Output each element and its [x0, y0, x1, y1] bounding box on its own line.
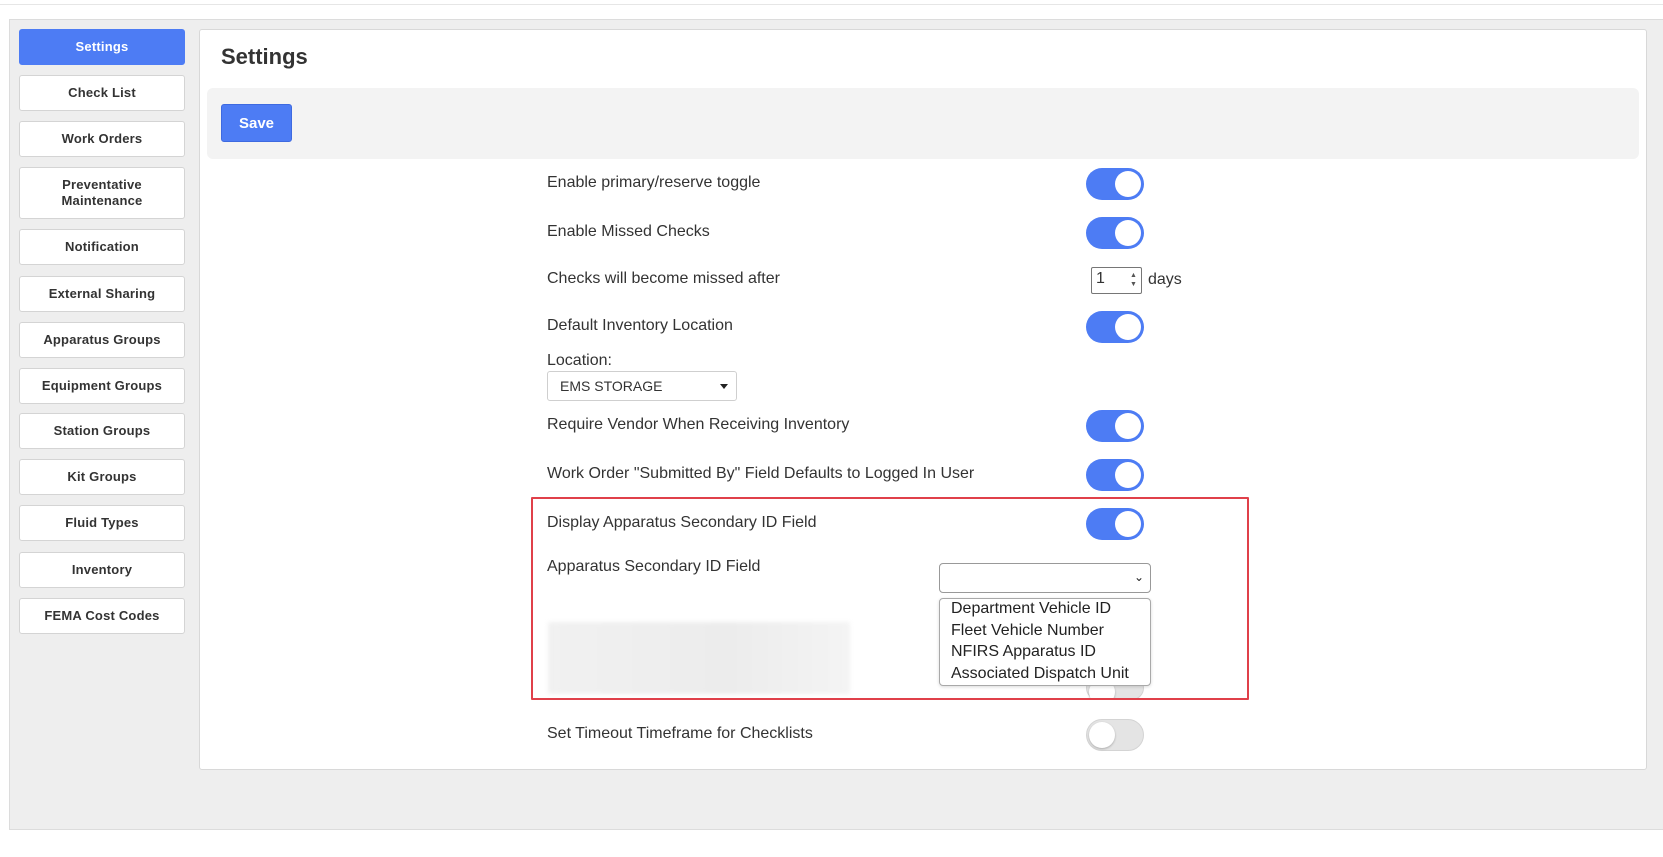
primary-reserve-toggle[interactable] — [1086, 168, 1144, 200]
secondary-id-field-label: Apparatus Secondary ID Field — [547, 558, 761, 575]
toolbar — [207, 88, 1639, 159]
dropdown-option-fleet-vehicle-number[interactable]: Fleet Vehicle Number — [951, 622, 1104, 640]
redacted-setting-label — [548, 622, 850, 694]
sidebar-item-settings[interactable]: Settings — [19, 29, 185, 65]
require-vendor-toggle[interactable] — [1086, 410, 1144, 442]
dropdown-option-nfirs-apparatus-id[interactable]: NFIRS Apparatus ID — [951, 643, 1096, 661]
chevron-down-icon: ⌄ — [1133, 570, 1144, 584]
missed-after-days-input[interactable]: 1 ▲ ▼ — [1091, 267, 1142, 294]
dropdown-option-associated-dispatch-unit[interactable]: Associated Dispatch Unit — [951, 665, 1129, 683]
missed-after-label: Checks will become missed after — [547, 270, 780, 287]
sidebar-item-apparatus-groups[interactable]: Apparatus Groups — [19, 322, 185, 358]
secondary-id-dropdown-list: Department Vehicle ID Fleet Vehicle Numb… — [939, 598, 1151, 686]
location-label: Location: — [547, 352, 612, 369]
spinner-arrows-icon[interactable]: ▲ ▼ — [1130, 271, 1138, 289]
sidebar-item-preventative-maintenance[interactable]: Preventative Maintenance — [19, 167, 185, 219]
sidebar-item-external-sharing[interactable]: External Sharing — [19, 276, 185, 312]
missed-checks-label: Enable Missed Checks — [547, 223, 710, 240]
require-vendor-label: Require Vendor When Receiving Inventory — [547, 416, 850, 433]
page-title: Settings — [221, 44, 308, 69]
submitted-by-label: Work Order "Submitted By" Field Defaults… — [547, 465, 975, 482]
sidebar-item-equipment-groups[interactable]: Equipment Groups — [19, 368, 185, 404]
dropdown-option-department-vehicle-id[interactable]: Department Vehicle ID — [951, 600, 1111, 618]
caret-down-icon — [720, 384, 728, 389]
sidebar-item-fluid-types[interactable]: Fluid Types — [19, 505, 185, 541]
sidebar-item-work-orders[interactable]: Work Orders — [19, 121, 185, 157]
sidebar-item-notification[interactable]: Notification — [19, 229, 185, 265]
top-divider — [0, 4, 1663, 5]
days-unit-label: days — [1148, 271, 1182, 288]
sidebar-item-fema-cost-codes[interactable]: FEMA Cost Codes — [19, 598, 185, 634]
submitted-by-toggle[interactable] — [1086, 459, 1144, 491]
sidebar-item-check-list[interactable]: Check List — [19, 75, 185, 111]
sidebar-item-kit-groups[interactable]: Kit Groups — [19, 459, 185, 495]
location-select[interactable]: EMS STORAGE — [547, 371, 737, 401]
sidebar-item-inventory[interactable]: Inventory — [19, 552, 185, 588]
secondary-id-field-select[interactable]: ⌄ — [939, 563, 1151, 593]
primary-reserve-label: Enable primary/reserve toggle — [547, 174, 761, 191]
sidebar-item-station-groups[interactable]: Station Groups — [19, 413, 185, 449]
save-button[interactable]: Save — [221, 104, 292, 142]
timeout-toggle[interactable] — [1086, 719, 1144, 751]
default-inventory-label: Default Inventory Location — [547, 317, 733, 334]
default-inventory-toggle[interactable] — [1086, 311, 1144, 343]
missed-checks-toggle[interactable] — [1086, 217, 1144, 249]
timeout-label: Set Timeout Timeframe for Checklists — [547, 725, 813, 742]
display-secondary-id-label: Display Apparatus Secondary ID Field — [547, 514, 817, 531]
location-selected-value: EMS STORAGE — [560, 378, 663, 394]
missed-after-value: 1 — [1096, 270, 1105, 287]
display-secondary-id-toggle[interactable] — [1086, 508, 1144, 540]
